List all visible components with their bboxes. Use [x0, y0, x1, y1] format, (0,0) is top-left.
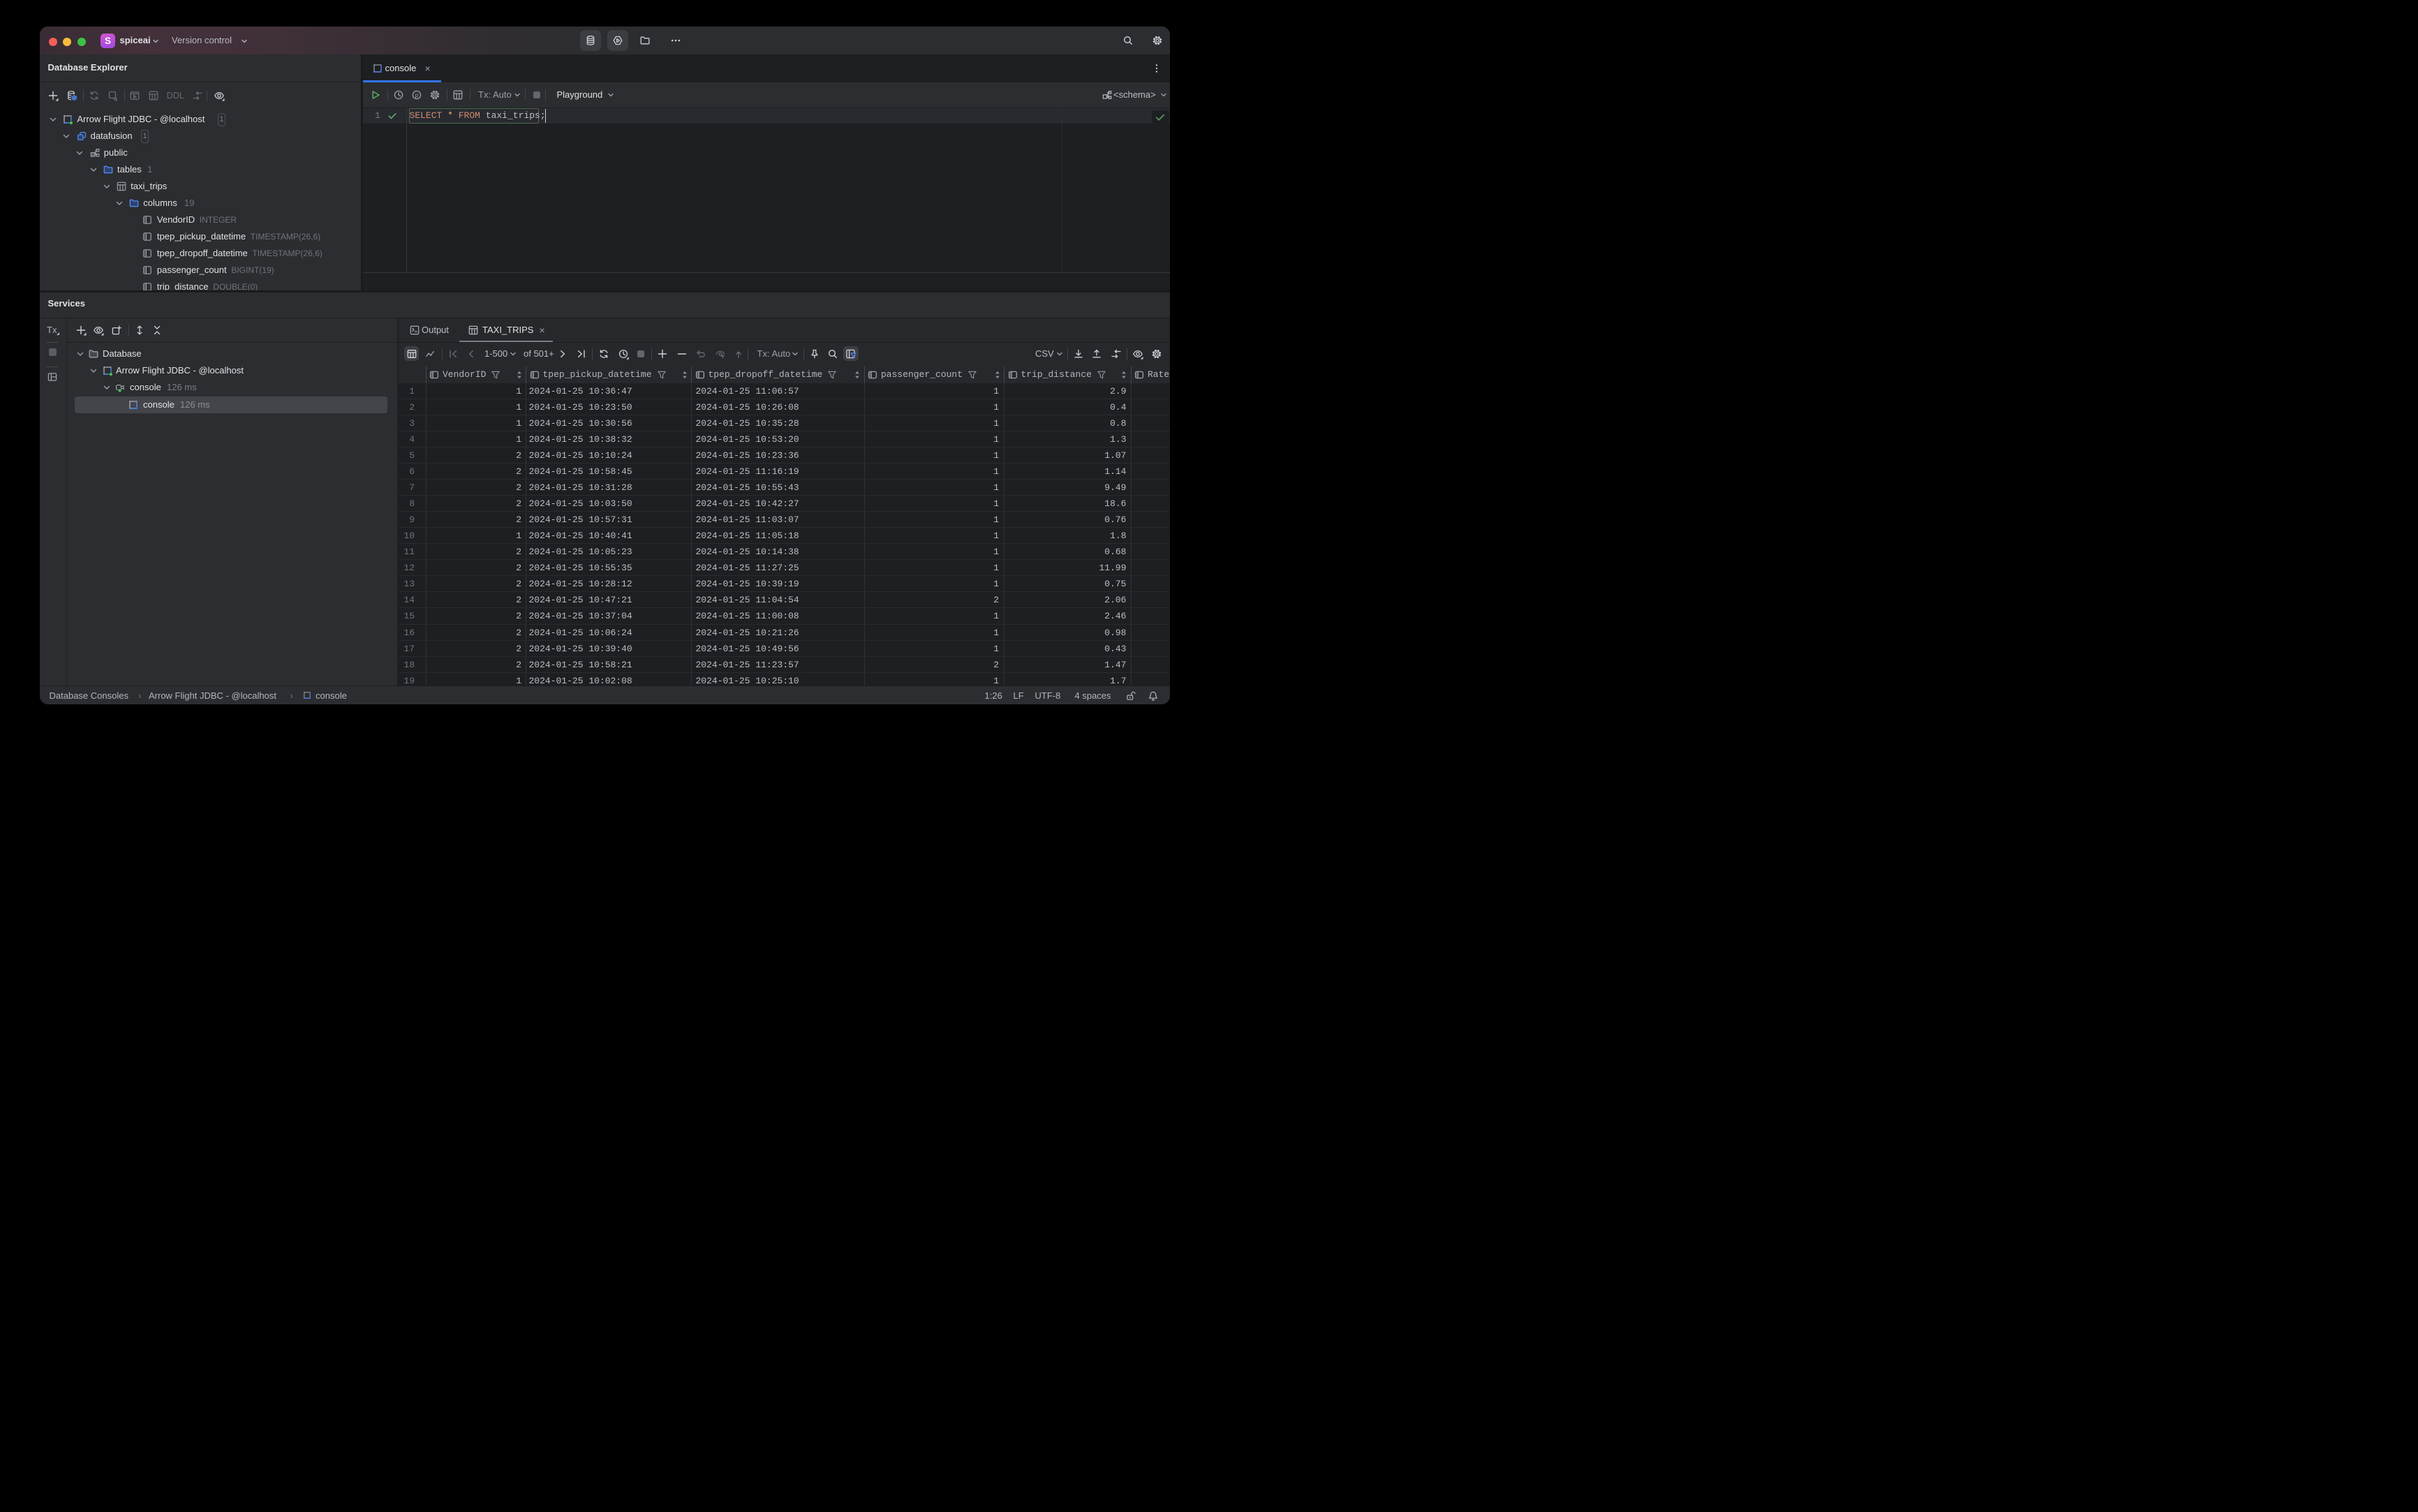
- svg-text:p: p: [415, 92, 418, 99]
